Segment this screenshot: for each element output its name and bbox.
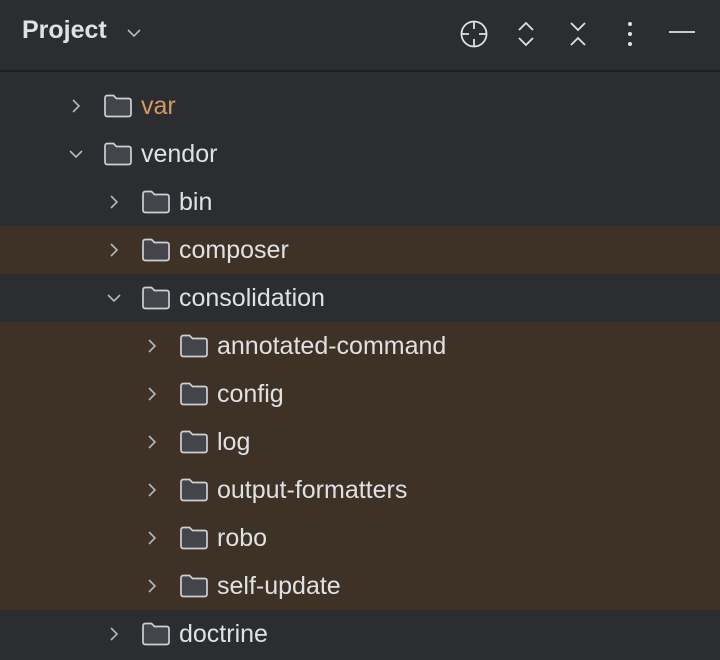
chevron-right-icon[interactable]	[68, 98, 84, 114]
folder-icon	[180, 574, 208, 598]
folder-icon	[142, 190, 170, 214]
chevron-right-icon[interactable]	[144, 482, 160, 498]
tree-item-label: self-update	[217, 572, 341, 600]
folder-icon	[180, 430, 208, 454]
chevron-down-icon[interactable]	[106, 290, 122, 306]
folder-icon	[104, 94, 132, 118]
folder-icon	[180, 478, 208, 502]
chevron-right-icon[interactable]	[106, 626, 122, 642]
tree-item-label: config	[217, 380, 284, 408]
project-tree: var vendor bin composer consolidation annotat…	[0, 82, 720, 658]
project-title[interactable]: Project	[22, 16, 107, 45]
folder-icon	[180, 334, 208, 358]
locate-icon[interactable]	[458, 18, 490, 50]
tree-item-output-formatters[interactable]: output-formatters	[0, 466, 720, 514]
tree-item-label: log	[217, 428, 251, 456]
tree-item-label: consolidation	[179, 284, 325, 312]
tree-item-config[interactable]: config	[0, 370, 720, 418]
chevron-right-icon[interactable]	[144, 434, 160, 450]
chevron-right-icon[interactable]	[144, 578, 160, 594]
tree-item-label: composer	[179, 236, 289, 264]
folder-icon	[142, 286, 170, 310]
chevron-down-icon[interactable]	[125, 24, 143, 42]
tree-item-label: vendor	[141, 140, 218, 168]
tree-item-var[interactable]: var	[0, 82, 720, 130]
more-icon[interactable]	[620, 18, 640, 50]
tree-item-log[interactable]: log	[0, 418, 720, 466]
tree-item-label: annotated-command	[217, 332, 447, 360]
chevron-right-icon[interactable]	[144, 386, 160, 402]
tree-item-annotated-command[interactable]: annotated-command	[0, 322, 720, 370]
tree-item-label: var	[141, 92, 176, 120]
chevron-right-icon[interactable]	[106, 242, 122, 258]
collapse-all-icon[interactable]	[564, 18, 592, 50]
tree-item-label: output-formatters	[217, 476, 408, 504]
folder-icon	[104, 142, 132, 166]
expand-all-icon[interactable]	[512, 18, 540, 50]
chevron-right-icon[interactable]	[106, 194, 122, 210]
tool-window-header: Project	[0, 0, 720, 72]
chevron-right-icon[interactable]	[144, 338, 160, 354]
chevron-right-icon[interactable]	[144, 530, 160, 546]
tree-item-bin[interactable]: bin	[0, 178, 720, 226]
tree-item-label: doctrine	[179, 620, 268, 648]
tree-item-composer[interactable]: composer	[0, 226, 720, 274]
chevron-down-icon[interactable]	[68, 146, 84, 162]
tree-item-doctrine[interactable]: doctrine	[0, 610, 720, 658]
folder-icon	[180, 382, 208, 406]
tree-item-label: robo	[217, 524, 268, 552]
folder-icon	[142, 238, 170, 262]
folder-icon	[142, 622, 170, 646]
tree-item-label: bin	[179, 188, 213, 216]
minimize-icon[interactable]	[668, 18, 696, 50]
tree-item-vendor[interactable]: vendor	[0, 130, 720, 178]
folder-icon	[180, 526, 208, 550]
tree-item-self-update[interactable]: self-update	[0, 562, 720, 610]
tree-item-robo[interactable]: robo	[0, 514, 720, 562]
tree-item-consolidation[interactable]: consolidation	[0, 274, 720, 322]
